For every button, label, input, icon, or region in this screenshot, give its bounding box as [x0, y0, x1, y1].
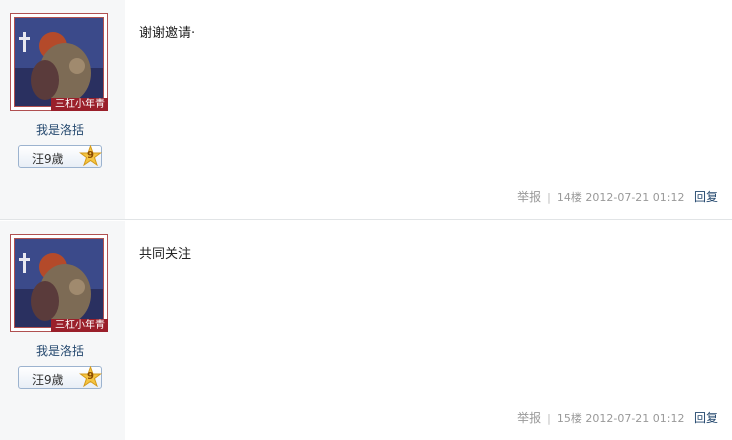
- post-content: 共同关注: [139, 247, 192, 262]
- post-15: 三杠小年青 我是洛括 汪9歲 9 共同关注 举报 | 15楼 2012-07-21 …: [0, 221, 732, 440]
- post-meta: 举报 | 15楼 2012-07-21 01:12 回复: [517, 409, 718, 426]
- username-link[interactable]: 我是洛括: [0, 342, 120, 359]
- post-divider: [0, 219, 732, 220]
- member-badge[interactable]: 汪9歲 9: [18, 366, 102, 389]
- floor-number: 14楼: [556, 191, 582, 204]
- badge-label: 汪9歲: [32, 373, 64, 387]
- avatar-tag: 三杠小年青: [51, 98, 108, 111]
- report-link[interactable]: 举报: [517, 190, 541, 204]
- author-panel: 三杠小年青 我是洛括 汪9歲 9: [0, 0, 125, 219]
- post-meta: 举报 | 14楼 2012-07-21 01:12 回复: [517, 188, 718, 205]
- avatar[interactable]: 三杠小年青: [10, 234, 108, 332]
- post-14: 三杠小年青 我是洛括 汪9歲 9 谢谢邀请· 举报 | 14楼 2012-07-21…: [0, 0, 732, 219]
- badge-level: 9: [87, 150, 94, 161]
- reply-link[interactable]: 回复: [694, 411, 718, 425]
- author-panel: 三杠小年青 我是洛括 汪9歲 9: [0, 221, 125, 440]
- avatar-image[interactable]: [14, 238, 104, 328]
- avatar[interactable]: 三杠小年青: [10, 13, 108, 111]
- username-link[interactable]: 我是洛括: [0, 121, 120, 138]
- badge-level: 9: [87, 371, 94, 382]
- meta-separator: |: [547, 412, 551, 425]
- meta-separator: |: [547, 191, 551, 204]
- report-link[interactable]: 举报: [517, 411, 541, 425]
- avatar-tag: 三杠小年青: [51, 319, 108, 332]
- badge-label: 汪9歲: [32, 152, 64, 166]
- member-badge[interactable]: 汪9歲 9: [18, 145, 102, 168]
- post-timestamp: 2012-07-21 01:12: [585, 412, 685, 425]
- post-content: 谢谢邀请·: [139, 26, 196, 41]
- reply-link[interactable]: 回复: [694, 190, 718, 204]
- avatar-image[interactable]: [14, 17, 104, 107]
- post-timestamp: 2012-07-21 01:12: [585, 191, 685, 204]
- floor-number: 15楼: [556, 412, 582, 425]
